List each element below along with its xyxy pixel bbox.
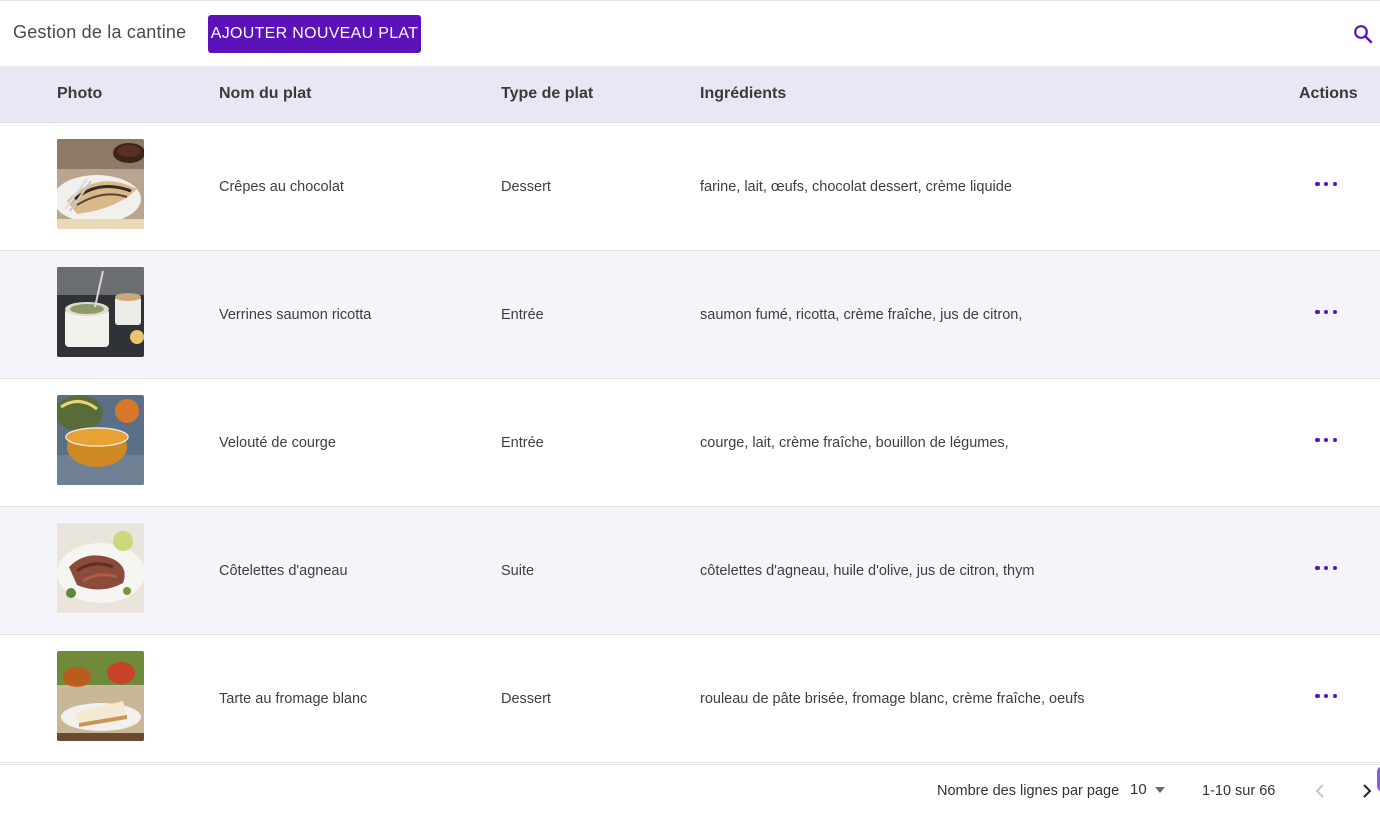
rows-per-page-value: 10 [1130, 781, 1147, 798]
chevron-right-icon [1363, 784, 1372, 798]
top-bar: Gestion de la cantine AJOUTER NOUVEAU PL… [0, 0, 1380, 66]
dish-name: Verrines saumon ricotta [219, 307, 372, 323]
dish-ingredients: farine, lait, œufs, chocolat dessert, cr… [700, 179, 1012, 195]
dish-ingredients: courge, lait, crème fraîche, bouillon de… [700, 435, 1009, 451]
dish-type: Entrée [501, 307, 544, 323]
more-horizontal-icon [1315, 565, 1320, 571]
dish-name: Velouté de courge [219, 435, 336, 451]
column-header-ingredients[interactable]: Ingrédients [700, 85, 786, 103]
dish-ingredients: saumon fumé, ricotta, crème fraîche, jus… [700, 307, 1023, 323]
row-actions-button[interactable] [1315, 177, 1337, 191]
add-dish-button[interactable]: AJOUTER NOUVEAU PLAT [208, 15, 421, 53]
column-header-name[interactable]: Nom du plat [219, 85, 311, 103]
dish-name: Côtelettes d'agneau [219, 563, 348, 579]
table-row[interactable]: Tarte au fromage blanc Dessert rouleau d… [0, 635, 1380, 763]
dish-photo [57, 267, 144, 357]
rows-per-page-label: Nombre des lignes par page [937, 783, 1120, 799]
pagination-range: 1-10 sur 66 [1202, 783, 1276, 799]
more-horizontal-icon [1315, 437, 1320, 443]
more-horizontal-icon [1315, 309, 1320, 315]
table-header: Photo Nom du plat Type de plat Ingrédien… [0, 66, 1380, 123]
dish-name: Crêpes au chocolat [219, 179, 344, 195]
row-actions-button[interactable] [1315, 433, 1337, 447]
dish-name: Tarte au fromage blanc [219, 691, 368, 707]
pagination-bar: Nombre des lignes par page 10 1-10 sur 6… [0, 764, 1380, 816]
caret-down-icon [1154, 786, 1165, 793]
next-page-button[interactable] [1357, 781, 1377, 801]
dish-photo [57, 651, 144, 741]
column-header-type[interactable]: Type de plat [501, 85, 593, 103]
dish-type: Entrée [501, 435, 544, 451]
dishes-table: Photo Nom du plat Type de plat Ingrédien… [0, 66, 1380, 763]
dish-type: Suite [501, 563, 535, 579]
previous-page-button[interactable] [1310, 781, 1330, 801]
row-actions-button[interactable] [1315, 689, 1337, 703]
dish-photo [57, 523, 144, 613]
column-header-actions: Actions [1299, 85, 1358, 102]
dish-ingredients: rouleau de pâte brisée, fromage blanc, c… [700, 691, 1085, 707]
page-title: Gestion de la cantine [13, 22, 187, 42]
dish-photo [57, 395, 144, 485]
table-row[interactable]: Crêpes au chocolat Dessert farine, lait,… [0, 123, 1380, 251]
dish-ingredients: côtelettes d'agneau, huile d'olive, jus … [700, 563, 1035, 579]
table-row[interactable]: Velouté de courge Entrée courge, lait, c… [0, 379, 1380, 507]
app: Gestion de la cantine AJOUTER NOUVEAU PL… [0, 0, 1380, 816]
search-icon [1354, 25, 1373, 44]
rows-per-page-select[interactable]: 10 [1130, 781, 1165, 798]
chevron-left-icon [1315, 784, 1324, 798]
search-button[interactable] [1350, 21, 1376, 47]
table-row[interactable]: Côtelettes d'agneau Suite côtelettes d'a… [0, 507, 1380, 635]
row-actions-button[interactable] [1315, 561, 1337, 575]
row-actions-button[interactable] [1315, 305, 1337, 319]
more-horizontal-icon [1315, 693, 1320, 699]
more-horizontal-icon [1315, 181, 1320, 187]
dish-photo [57, 139, 144, 229]
dish-type: Dessert [501, 179, 551, 195]
table-row[interactable]: Verrines saumon ricotta Entrée saumon fu… [0, 251, 1380, 379]
dish-type: Dessert [501, 691, 551, 707]
column-header-photo[interactable]: Photo [57, 85, 102, 103]
